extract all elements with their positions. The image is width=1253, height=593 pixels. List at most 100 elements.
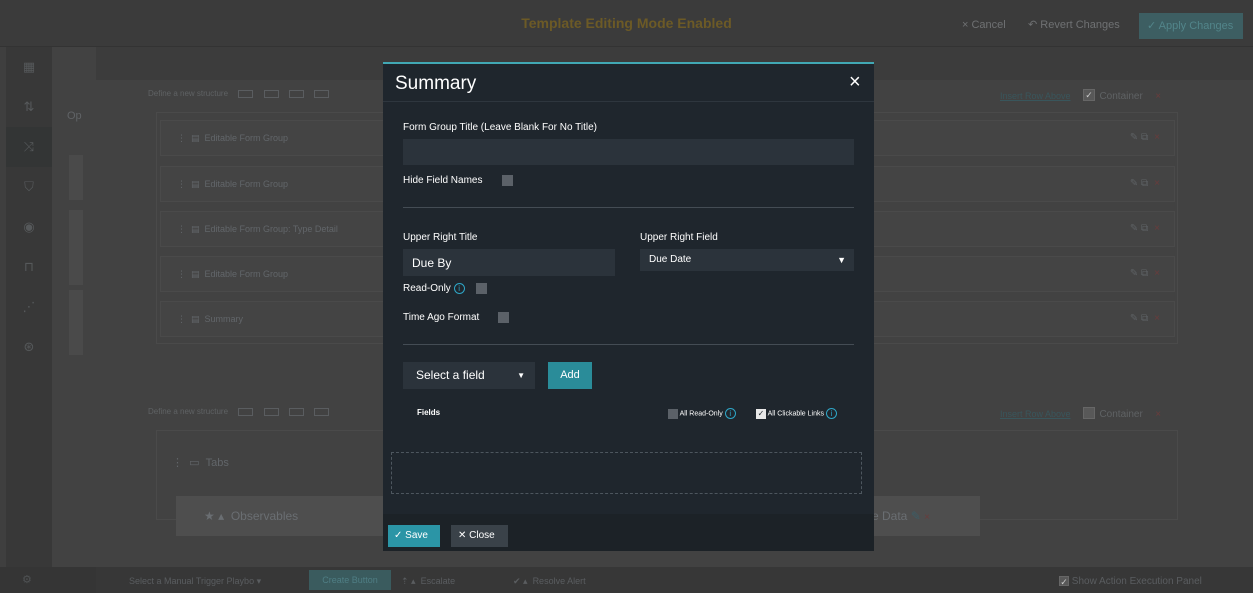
playbook-select[interactable]: Select a Manual Trigger Playbo ▾ xyxy=(129,576,261,587)
compass-icon[interactable]: ◉ xyxy=(6,207,52,247)
edit-icon[interactable]: ✎ xyxy=(1130,313,1138,324)
delete-row-icon[interactable]: × xyxy=(1155,91,1161,102)
layout-2col-icon[interactable] xyxy=(263,89,279,98)
time-ago-format-label: Time Ago Format xyxy=(403,312,480,323)
create-button[interactable]: Create Button xyxy=(309,570,391,590)
row-controls: Insert Row Above Container × xyxy=(1000,404,1161,422)
insert-row-above-link[interactable]: Insert Row Above xyxy=(1000,91,1071,101)
dropdown-arrow-icon: ▼ xyxy=(517,371,525,380)
form-group-label: Editable Form Group xyxy=(204,179,289,189)
globe-icon[interactable]: ⊛ xyxy=(6,327,52,367)
edit-icon[interactable]: ✎ xyxy=(1130,178,1138,189)
read-only-label: Read-Only i xyxy=(403,283,465,294)
edit-icon[interactable]: ✎ xyxy=(1130,223,1138,234)
copy-icon[interactable]: ⧉ xyxy=(1141,313,1148,324)
select-field-dropdown[interactable]: Select a field ▼ xyxy=(403,362,535,389)
all-clickable-links-toggle[interactable]: ✓ All Clickable Links i xyxy=(756,408,837,419)
chart-icon[interactable]: ⋰ xyxy=(6,287,52,327)
read-only-checkbox[interactable] xyxy=(476,283,487,294)
data-tab[interactable]: e Data ✎ × xyxy=(870,496,980,536)
time-ago-format-checkbox[interactable] xyxy=(498,312,509,323)
side-bar-segment xyxy=(69,155,83,200)
drag-handle-icon: ⋮ xyxy=(177,314,186,324)
layout-3col-icon[interactable] xyxy=(288,89,304,98)
select-field-label: Select a field xyxy=(416,368,485,382)
upper-right-field-select[interactable]: Due Date ▼ xyxy=(640,249,854,271)
drag-handle-icon: ⋮ xyxy=(177,224,186,234)
layout-4col-icon[interactable] xyxy=(313,89,329,98)
dashboard-icon[interactable]: ▦ xyxy=(6,47,52,87)
insert-row-above-link[interactable]: Insert Row Above xyxy=(1000,409,1071,419)
summary-modal: Summary × Form Group Title (Leave Blank … xyxy=(383,62,874,551)
apply-changes-button[interactable]: ✓ Apply Changes xyxy=(1139,13,1243,39)
close-icon[interactable]: × xyxy=(849,71,861,94)
delete-icon: × xyxy=(924,512,930,523)
revert-changes-button[interactable]: ↶ Revert Changes xyxy=(1028,18,1120,31)
layout-4col-icon[interactable] xyxy=(313,407,329,416)
section-divider xyxy=(403,344,854,345)
escalate-button[interactable]: ⇡ ▴ Escalate xyxy=(401,576,455,587)
delete-icon[interactable]: × xyxy=(1154,313,1160,324)
close-button[interactable]: ✕ Close xyxy=(451,525,508,547)
edit-icon: ✎ xyxy=(910,509,921,523)
info-icon: i xyxy=(825,408,837,419)
form-group-title-label: Form Group Title (Leave Blank For No Tit… xyxy=(403,122,597,133)
define-structure-row: Define a new structure xyxy=(148,89,329,98)
data-tab-label: e Data xyxy=(872,509,908,523)
drag-handle-icon: ⋮ xyxy=(177,179,186,189)
layout-3col-icon[interactable] xyxy=(288,407,304,416)
section-divider xyxy=(403,207,854,208)
container-checkbox[interactable]: ✓ xyxy=(1083,88,1095,101)
cancel-button[interactable]: × Cancel xyxy=(962,19,1006,31)
add-button[interactable]: Add xyxy=(548,362,592,389)
copy-icon[interactable]: ⧉ xyxy=(1141,132,1148,143)
tabs-label: Tabs xyxy=(205,457,229,469)
dropdown-arrow-icon: ▼ xyxy=(837,255,846,265)
edit-icon[interactable]: ✎ xyxy=(1130,132,1138,143)
copy-icon[interactable]: ⧉ xyxy=(1141,223,1148,234)
side-bar-segment xyxy=(69,290,83,355)
upper-right-title-label: Upper Right Title xyxy=(403,232,478,243)
upper-right-title-input[interactable] xyxy=(403,249,615,276)
layout-1col-icon[interactable] xyxy=(238,89,254,98)
delete-icon[interactable]: × xyxy=(1154,268,1160,279)
op-tab[interactable]: Op xyxy=(67,110,82,122)
all-read-only-checkbox xyxy=(668,408,678,419)
info-icon: i xyxy=(453,283,465,294)
observables-tab[interactable]: ★ ▴ Observables xyxy=(176,496,406,536)
sort-icon[interactable]: ⇅ xyxy=(6,87,52,127)
form-group-title-input[interactable] xyxy=(403,139,854,165)
delete-icon[interactable]: × xyxy=(1154,178,1160,189)
drag-handle-icon: ⋮ xyxy=(177,133,186,143)
save-button[interactable]: ✓ Save xyxy=(388,525,440,547)
edit-icon[interactable]: ✎ xyxy=(1130,268,1138,279)
modal-title: Summary xyxy=(395,73,477,94)
copy-icon[interactable]: ⧉ xyxy=(1141,268,1148,279)
fields-label: Fields xyxy=(417,408,441,417)
briefcase-icon[interactable]: ⊓ xyxy=(6,247,52,287)
show-panel-toggle[interactable]: ✓ Show Action Execution Panel xyxy=(1059,576,1202,587)
drag-handle-icon: ⋮ xyxy=(177,269,186,279)
shuffle-icon[interactable]: ⤨ xyxy=(6,127,52,167)
delete-row-icon[interactable]: × xyxy=(1155,409,1161,420)
delete-icon[interactable]: × xyxy=(1154,223,1160,234)
hide-field-names-checkbox[interactable] xyxy=(502,175,513,186)
delete-icon[interactable]: × xyxy=(1154,132,1160,143)
settings-icon[interactable]: ⚙ xyxy=(22,573,32,586)
resolve-alert-button[interactable]: ✔ ▴ Resolve Alert xyxy=(513,576,586,587)
layout-2col-icon[interactable] xyxy=(263,407,279,416)
define-structure-label: Define a new structure xyxy=(148,407,229,416)
container-checkbox[interactable] xyxy=(1083,406,1095,419)
info-icon: i xyxy=(724,408,736,419)
upper-right-field-label: Upper Right Field xyxy=(640,232,718,243)
all-clickable-links-checkbox: ✓ xyxy=(756,408,766,419)
fields-drop-zone[interactable] xyxy=(391,452,862,494)
tabs-icon: ▭ xyxy=(189,457,200,469)
shield-icon[interactable]: ⛉ xyxy=(6,167,52,207)
close-x-icon: ✕ xyxy=(458,530,467,541)
settings-corner: ⚙ xyxy=(0,567,96,593)
copy-icon[interactable]: ⧉ xyxy=(1141,178,1148,189)
side-bar-segment xyxy=(69,210,83,285)
all-read-only-toggle[interactable]: All Read-Only i xyxy=(668,408,736,419)
layout-1col-icon[interactable] xyxy=(238,407,254,416)
